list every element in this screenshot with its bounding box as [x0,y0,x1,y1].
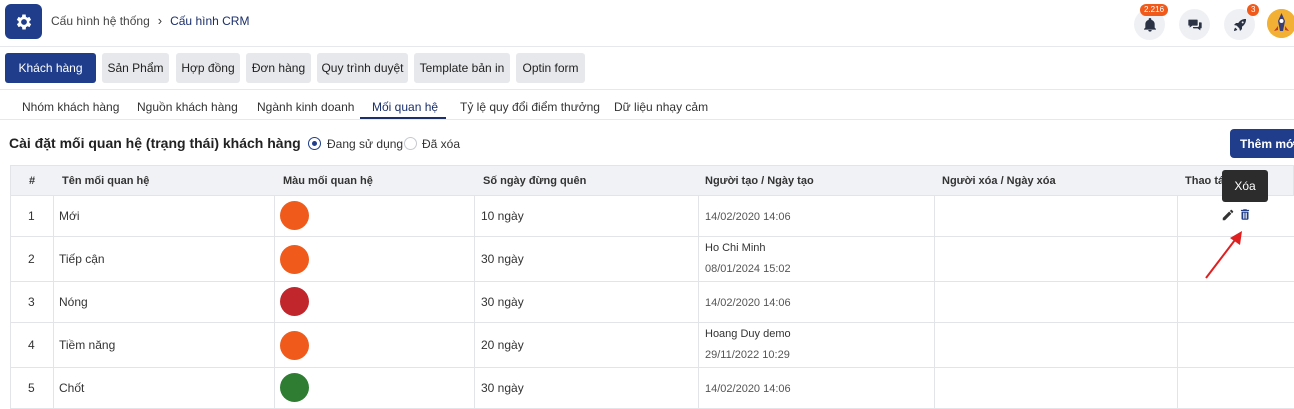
breadcrumb-current: Cấu hình CRM [170,13,250,28]
trash-icon [1240,209,1250,220]
color-swatch [280,245,309,274]
add-new-button[interactable]: Thêm mới [1230,129,1294,158]
tab-template-ban-in[interactable]: Template bản in [414,53,510,83]
main-tabs: Khách hàng Sản Phẩm Hợp đồng Đơn hàng Qu… [0,47,1294,90]
row-created-date: 14/02/2020 14:06 [705,211,791,223]
row-created-date: 14/02/2020 14:06 [705,297,791,309]
color-swatch [280,331,309,360]
tab-khach-hang[interactable]: Khách hàng [5,53,96,83]
header-color: Màu mối quan hệ [283,175,373,187]
edit-icon [1222,209,1234,221]
subtab-nganh-kinh-doanh[interactable]: Ngành kinh doanh [257,100,354,114]
row-creator: Ho Chi Minh [705,242,766,254]
gear-icon [16,14,31,29]
table-row: 2 Tiếp cận 30 ngày Ho Chi Minh 08/01/202… [10,237,1294,282]
row-days: 30 ngày [481,252,524,266]
settings-logo-button[interactable] [5,4,42,39]
column-divider [934,196,935,409]
table-header: # Tên mối quan hệ Màu mối quan hệ Số ngà… [10,165,1294,196]
row-days: 20 ngày [481,338,524,352]
edit-button[interactable] [1221,208,1235,227]
row-index: 4 [28,338,35,352]
column-divider [1177,196,1178,409]
radio-deleted[interactable] [404,137,417,150]
header-index: # [29,175,36,187]
row-name: Tiềm năng [59,338,116,352]
table-row: 5 Chốt 30 ngày 14/02/2020 14:06 [10,368,1294,409]
notifications-button[interactable]: 2.216 [1134,4,1169,40]
radio-deleted-label[interactable]: Đã xóa [422,137,460,151]
tab-san-pham[interactable]: Sản Phẩm [102,53,169,83]
row-index: 3 [28,295,35,309]
row-name: Chốt [59,381,85,395]
column-divider [53,196,54,409]
breadcrumb-parent[interactable]: Cấu hình hệ thống [51,14,150,28]
subtab-nguon-khach-hang[interactable]: Nguồn khách hàng [137,100,238,114]
row-index: 2 [28,252,35,266]
breadcrumb: Cấu hình hệ thống › Cấu hình CRM [51,13,249,28]
header-creator: Người tạo / Ngày tạo [705,175,814,187]
bell-icon [1143,17,1156,32]
header-days: Số ngày đừng quên [483,175,587,187]
chat-icon [1187,19,1202,30]
rocket-icon [1233,18,1246,31]
avatar-icon [1267,9,1294,38]
notification-badge: 2.216 [1140,4,1169,16]
chevron-right-icon: › [157,13,163,28]
delete-tooltip: Xóa [1222,170,1268,202]
table-row: 1 Mới 10 ngày 14/02/2020 14:06 [10,196,1294,237]
user-avatar[interactable] [1267,9,1294,38]
row-name: Nóng [59,295,88,309]
rocket-badge: 3 [1247,4,1260,16]
color-swatch [280,287,309,316]
sub-tabs: Nhóm khách hàng Nguồn khách hàng Ngành k… [0,90,1294,120]
tab-hop-dong[interactable]: Hợp đồng [176,53,240,83]
row-days: 30 ngày [481,295,524,309]
header-deleter: Người xóa / Ngày xóa [942,175,1056,187]
radio-in-use-label[interactable]: Đang sử dụng [327,137,403,151]
annotation-arrow-icon [1205,231,1242,279]
page-title: Cài đặt mối quan hệ (trạng thái) khách h… [9,135,301,151]
tab-optin-form[interactable]: Optin form [516,53,585,83]
table-row: 3 Nóng 30 ngày 14/02/2020 14:06 [10,282,1294,323]
chat-button[interactable] [1179,9,1210,40]
color-swatch [280,373,309,402]
tab-quy-trinh-duyet[interactable]: Quy trình duyệt [317,53,408,83]
row-index: 1 [28,209,35,223]
header-name: Tên mối quan hệ [62,175,150,187]
row-days: 10 ngày [481,209,524,223]
subtab-nhom-khach-hang[interactable]: Nhóm khách hàng [22,100,119,114]
row-creator: Hoang Duy demo [705,328,791,340]
row-name: Mới [59,209,80,223]
delete-button[interactable] [1238,207,1252,227]
column-divider [274,196,275,409]
subtab-ty-le-quy-doi[interactable]: Tỷ lệ quy đổi điểm thưởng [460,100,600,114]
row-name: Tiếp cận [59,252,105,266]
active-tab-underline [360,117,446,119]
row-index: 5 [28,381,35,395]
top-bar: Cấu hình hệ thống › Cấu hình CRM 2.216 3 [0,0,1294,47]
subtab-du-lieu-nhay-cam[interactable]: Dữ liệu nhạy cảm [614,100,708,114]
rocket-button[interactable]: 3 [1224,4,1260,40]
row-created-date: 29/11/2022 10:29 [705,349,790,361]
header-actions: Thao tá [1185,175,1225,187]
color-swatch [280,201,309,230]
row-created-date: 08/01/2024 15:02 [705,263,791,275]
column-divider [474,196,475,409]
column-divider [698,196,699,409]
subtab-moi-quan-he[interactable]: Mối quan hệ [372,100,438,114]
row-created-date: 14/02/2020 14:06 [705,383,791,395]
tab-don-hang[interactable]: Đơn hàng [246,53,311,83]
radio-in-use[interactable] [308,137,321,150]
table-row: 4 Tiềm năng 20 ngày Hoang Duy demo 29/11… [10,323,1294,368]
row-days: 30 ngày [481,381,524,395]
